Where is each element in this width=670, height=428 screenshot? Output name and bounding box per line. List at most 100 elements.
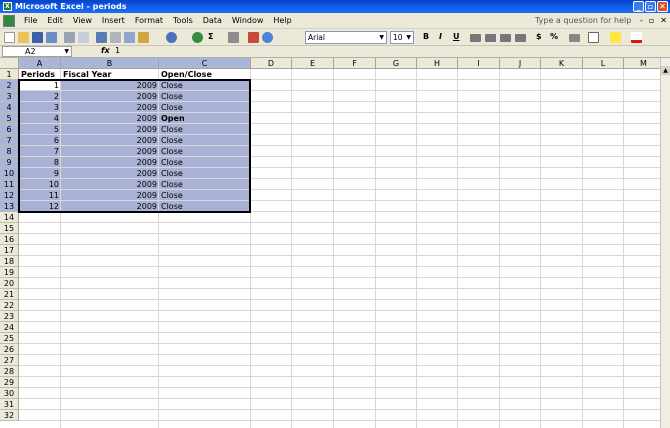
sort-ascending-icon[interactable] [228, 32, 239, 43]
column-header-h[interactable]: H [417, 58, 458, 69]
vertical-scrollbar[interactable]: ▲ [660, 58, 670, 428]
row-header[interactable]: 20 [0, 278, 19, 289]
chart-wizard-icon[interactable] [248, 32, 259, 43]
spelling-icon[interactable] [96, 32, 107, 43]
print-preview-icon[interactable] [78, 32, 89, 43]
row-header[interactable]: 32 [0, 410, 19, 421]
row-header[interactable]: 2 [0, 80, 19, 91]
undo-icon[interactable] [166, 32, 177, 43]
row-header[interactable]: 12 [0, 190, 19, 201]
percent-button[interactable]: % [550, 32, 558, 41]
permission-icon[interactable] [46, 32, 57, 43]
column-header-c[interactable]: C [159, 58, 251, 69]
row-header[interactable]: 31 [0, 399, 19, 410]
bold-button[interactable]: B [423, 32, 429, 41]
select-all-corner[interactable] [0, 58, 19, 69]
row-header[interactable]: 8 [0, 146, 19, 157]
help-icon[interactable] [262, 32, 273, 43]
row-header[interactable]: 7 [0, 135, 19, 146]
borders-icon[interactable] [588, 32, 599, 43]
row-header[interactable]: 27 [0, 355, 19, 366]
underline-button[interactable]: U [453, 32, 460, 41]
autosum-icon[interactable]: Σ [208, 32, 213, 41]
workbook-icon[interactable] [3, 14, 15, 27]
row-header[interactable]: 23 [0, 311, 19, 322]
scroll-up-icon[interactable]: ▲ [661, 66, 670, 75]
row-header[interactable]: 19 [0, 267, 19, 278]
column-header-d[interactable]: D [251, 58, 292, 69]
column-header-e[interactable]: E [292, 58, 334, 69]
row-header[interactable]: 30 [0, 388, 19, 399]
row-header[interactable]: 26 [0, 344, 19, 355]
row-header[interactable]: 15 [0, 223, 19, 234]
paste-icon[interactable] [138, 32, 149, 43]
menu-file[interactable]: File [19, 16, 42, 25]
hyperlink-icon[interactable] [192, 32, 203, 43]
row-header[interactable]: 4 [0, 102, 19, 113]
row-header[interactable]: 21 [0, 289, 19, 300]
menu-format[interactable]: Format [130, 16, 168, 25]
row-header[interactable]: 9 [0, 157, 19, 168]
row-header[interactable]: 24 [0, 322, 19, 333]
align-left-icon[interactable] [470, 34, 481, 42]
column-header-b[interactable]: B [61, 58, 159, 69]
doc-restore-button[interactable]: ▫ [649, 16, 654, 25]
column-header-l[interactable]: L [583, 58, 624, 69]
save-icon[interactable] [32, 32, 43, 43]
column-header-a[interactable]: A [19, 58, 61, 69]
column-header-i[interactable]: I [458, 58, 500, 69]
column-header-m[interactable]: M [624, 58, 660, 69]
row-header[interactable]: 6 [0, 124, 19, 135]
menu-window[interactable]: Window [227, 16, 269, 25]
cut-icon[interactable] [110, 32, 121, 43]
fx-icon[interactable]: fx [101, 46, 110, 55]
open-icon[interactable] [18, 32, 29, 43]
minimize-button[interactable]: _ [633, 1, 644, 12]
column-header-k[interactable]: K [541, 58, 583, 69]
menu-help[interactable]: Help [268, 16, 296, 25]
align-center-icon[interactable] [485, 34, 496, 42]
row-header[interactable]: 1 [0, 69, 19, 80]
row-header[interactable]: 25 [0, 333, 19, 344]
row-header[interactable]: 3 [0, 91, 19, 102]
currency-button[interactable]: $ [536, 32, 542, 41]
merge-center-icon[interactable] [515, 34, 526, 42]
row-header[interactable]: 5 [0, 113, 19, 124]
close-button[interactable]: ✕ [657, 1, 668, 12]
column-header-g[interactable]: G [376, 58, 417, 69]
doc-close-button[interactable]: ✕ [660, 16, 667, 25]
decrease-indent-icon[interactable] [569, 34, 580, 42]
maximize-button[interactable]: ▫ [645, 1, 656, 12]
align-right-icon[interactable] [500, 34, 511, 42]
spreadsheet-grid[interactable]: A B C D E F G H I J K L M 1 2 3 4 5 6 7 8 9 10 11 12 13 14 15 16 17 18… [0, 58, 660, 428]
row-header[interactable]: 10 [0, 168, 19, 179]
fill-color-icon[interactable] [610, 32, 621, 43]
row-header[interactable]: 16 [0, 234, 19, 245]
row-header[interactable]: 13 [0, 201, 19, 212]
font-size-select[interactable]: 10 ▼ [390, 31, 414, 44]
formula-input[interactable]: 1 [115, 46, 120, 55]
row-header[interactable]: 17 [0, 245, 19, 256]
font-color-icon[interactable] [631, 32, 642, 43]
help-search-box[interactable]: Type a question for help [535, 16, 631, 25]
print-icon[interactable] [64, 32, 75, 43]
menu-view[interactable]: View [68, 16, 97, 25]
name-box[interactable]: A2 ▼ [2, 46, 72, 57]
row-header[interactable]: 29 [0, 377, 19, 388]
menu-data[interactable]: Data [198, 16, 227, 25]
row-header[interactable]: 22 [0, 300, 19, 311]
column-header-f[interactable]: F [334, 58, 376, 69]
doc-minimize-button[interactable]: - [640, 16, 643, 25]
menu-insert[interactable]: Insert [97, 16, 130, 25]
italic-button[interactable]: I [439, 32, 442, 41]
copy-icon[interactable] [124, 32, 135, 43]
row-header[interactable]: 18 [0, 256, 19, 267]
column-header-j[interactable]: J [500, 58, 541, 69]
row-header[interactable]: 11 [0, 179, 19, 190]
menu-tools[interactable]: Tools [168, 16, 198, 25]
menu-edit[interactable]: Edit [42, 16, 68, 25]
new-icon[interactable] [4, 32, 15, 43]
font-name-select[interactable]: Arial ▼ [305, 31, 387, 44]
row-header[interactable]: 14 [0, 212, 19, 223]
row-header[interactable]: 28 [0, 366, 19, 377]
